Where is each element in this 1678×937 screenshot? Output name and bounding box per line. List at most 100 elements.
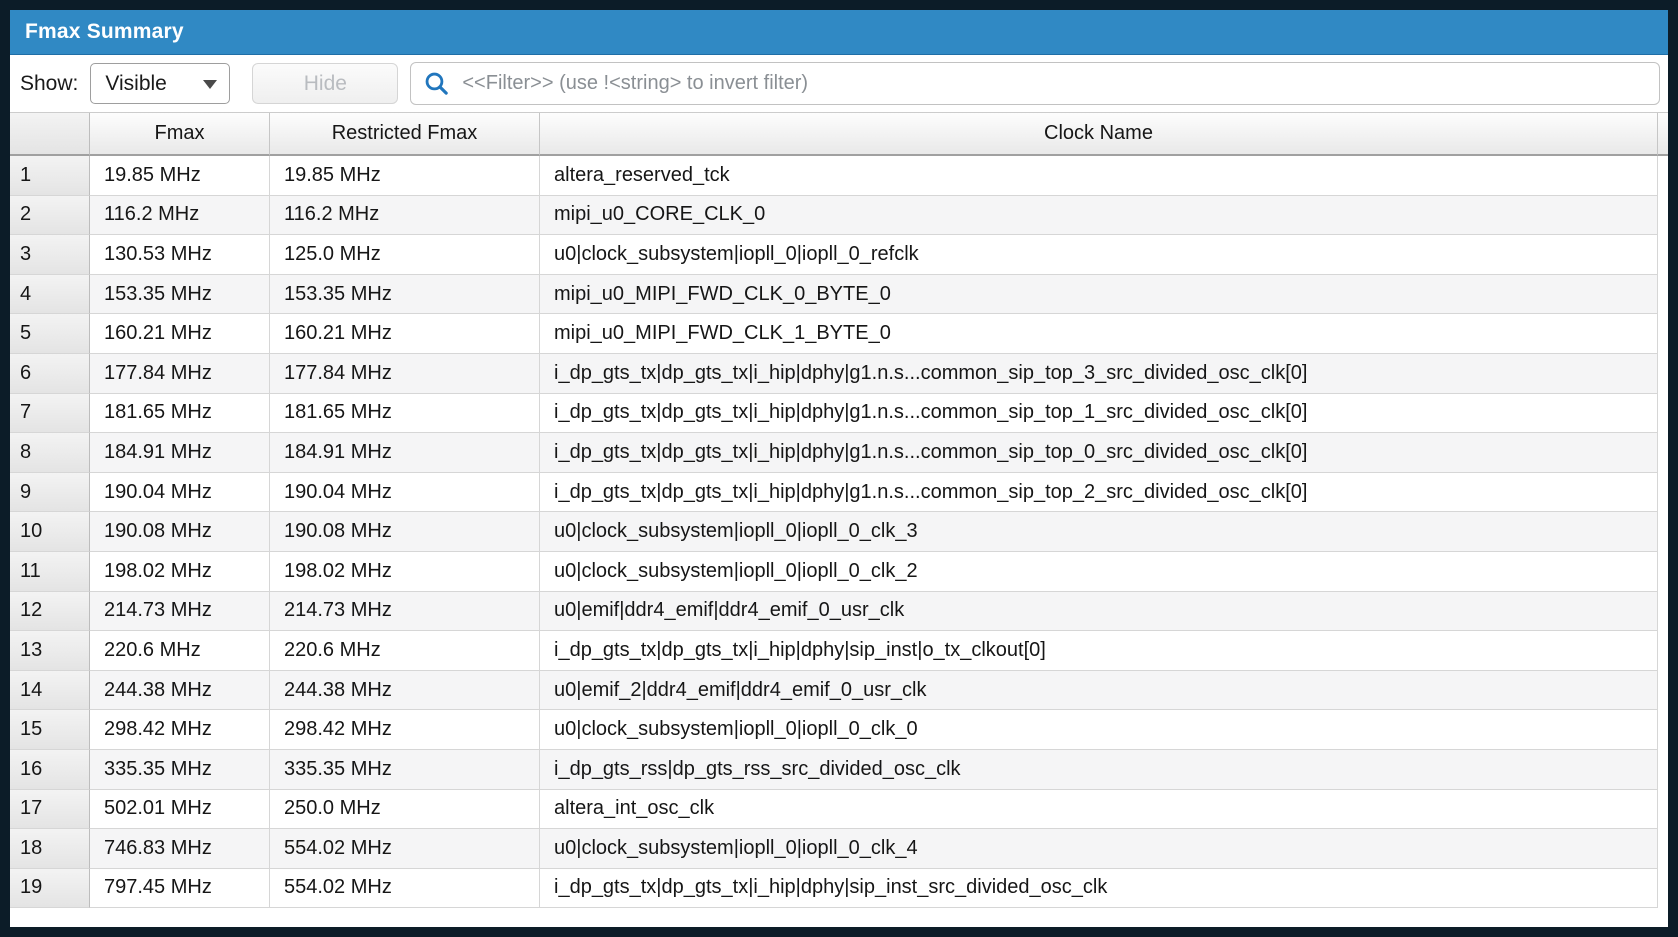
panel-title-bar: Fmax Summary [10, 10, 1668, 55]
row-number[interactable]: 17 [10, 790, 90, 830]
cell-fmax: 502.01 MHz [90, 790, 270, 830]
row-number[interactable]: 14 [10, 671, 90, 711]
cell-restricted-fmax: 554.02 MHz [270, 869, 540, 909]
column-header-restricted-fmax[interactable]: Restricted Fmax [270, 113, 540, 156]
table-row[interactable]: 2 116.2 MHz 116.2 MHz mipi_u0_CORE_CLK_0 [10, 196, 1668, 236]
row-number[interactable]: 19 [10, 869, 90, 909]
cell-clock-name: altera_reserved_tck [540, 156, 1658, 196]
show-dropdown[interactable]: Visible [90, 63, 230, 104]
table-row[interactable]: 13 220.6 MHz 220.6 MHz i_dp_gts_tx|dp_gt… [10, 631, 1668, 671]
window-frame: Fmax Summary Show: Visible Hide [0, 0, 1678, 937]
table-row[interactable]: 14 244.38 MHz 244.38 MHz u0|emif_2|ddr4_… [10, 671, 1668, 711]
toolbar: Show: Visible Hide [10, 55, 1668, 112]
filter-field[interactable] [410, 62, 1660, 105]
cell-clock-name: mipi_u0_MIPI_FWD_CLK_1_BYTE_0 [540, 314, 1658, 354]
row-number[interactable]: 8 [10, 433, 90, 473]
row-spacer [1658, 354, 1668, 394]
row-spacer [1658, 433, 1668, 473]
column-header-clock-name[interactable]: Clock Name [540, 113, 1658, 156]
row-spacer [1658, 710, 1668, 750]
search-icon [423, 70, 450, 97]
header-spacer [1658, 113, 1668, 156]
table-row[interactable]: 1 19.85 MHz 19.85 MHz altera_reserved_tc… [10, 156, 1668, 196]
table-row[interactable]: 11 198.02 MHz 198.02 MHz u0|clock_subsys… [10, 552, 1668, 592]
table-row[interactable]: 3 130.53 MHz 125.0 MHz u0|clock_subsyste… [10, 235, 1668, 275]
table-row[interactable]: 8 184.91 MHz 184.91 MHz i_dp_gts_tx|dp_g… [10, 433, 1668, 473]
table-row[interactable]: 15 298.42 MHz 298.42 MHz u0|clock_subsys… [10, 710, 1668, 750]
cell-fmax: 116.2 MHz [90, 196, 270, 236]
cell-fmax: 190.04 MHz [90, 473, 270, 513]
column-header-fmax[interactable]: Fmax [90, 113, 270, 156]
cell-clock-name: i_dp_gts_tx|dp_gts_tx|i_hip|dphy|g1.n.s.… [540, 394, 1658, 434]
cell-clock-name: i_dp_gts_tx|dp_gts_tx|i_hip|dphy|g1.n.s.… [540, 473, 1658, 513]
cell-clock-name: u0|clock_subsystem|iopll_0|iopll_0_clk_3 [540, 512, 1658, 552]
fmax-summary-panel: Fmax Summary Show: Visible Hide [10, 10, 1668, 927]
row-spacer [1658, 750, 1668, 790]
row-number[interactable]: 2 [10, 196, 90, 236]
table-header-row: Fmax Restricted Fmax Clock Name [10, 112, 1668, 156]
cell-restricted-fmax: 554.02 MHz [270, 829, 540, 869]
cell-fmax: 130.53 MHz [90, 235, 270, 275]
table-body: 1 19.85 MHz 19.85 MHz altera_reserved_tc… [10, 156, 1668, 908]
row-number[interactable]: 7 [10, 394, 90, 434]
cell-clock-name: i_dp_gts_tx|dp_gts_tx|i_hip|dphy|g1.n.s.… [540, 433, 1658, 473]
row-spacer [1658, 671, 1668, 711]
cell-fmax: 177.84 MHz [90, 354, 270, 394]
row-spacer [1658, 314, 1668, 354]
bottom-filler [10, 908, 1668, 927]
hide-button[interactable]: Hide [252, 63, 398, 104]
table-row[interactable]: 16 335.35 MHz 335.35 MHz i_dp_gts_rss|dp… [10, 750, 1668, 790]
cell-restricted-fmax: 198.02 MHz [270, 552, 540, 592]
cell-restricted-fmax: 116.2 MHz [270, 196, 540, 236]
table-row[interactable]: 17 502.01 MHz 250.0 MHz altera_int_osc_c… [10, 790, 1668, 830]
fmax-table: Fmax Restricted Fmax Clock Name 1 19.85 … [10, 112, 1668, 927]
row-number[interactable]: 10 [10, 512, 90, 552]
cell-restricted-fmax: 153.35 MHz [270, 275, 540, 315]
row-number[interactable]: 1 [10, 156, 90, 196]
row-spacer [1658, 631, 1668, 671]
table-row[interactable]: 9 190.04 MHz 190.04 MHz i_dp_gts_tx|dp_g… [10, 473, 1668, 513]
chevron-down-icon [203, 80, 217, 89]
row-number[interactable]: 4 [10, 275, 90, 315]
table-row[interactable]: 7 181.65 MHz 181.65 MHz i_dp_gts_tx|dp_g… [10, 394, 1668, 434]
cell-restricted-fmax: 220.6 MHz [270, 631, 540, 671]
cell-restricted-fmax: 250.0 MHz [270, 790, 540, 830]
row-number[interactable]: 3 [10, 235, 90, 275]
cell-clock-name: i_dp_gts_tx|dp_gts_tx|i_hip|dphy|g1.n.s.… [540, 354, 1658, 394]
row-spacer [1658, 512, 1668, 552]
row-spacer [1658, 790, 1668, 830]
corner-cell [10, 113, 90, 156]
row-number[interactable]: 6 [10, 354, 90, 394]
row-number[interactable]: 18 [10, 829, 90, 869]
cell-restricted-fmax: 335.35 MHz [270, 750, 540, 790]
cell-clock-name: mipi_u0_CORE_CLK_0 [540, 196, 1658, 236]
row-number[interactable]: 11 [10, 552, 90, 592]
row-spacer [1658, 394, 1668, 434]
table-row[interactable]: 18 746.83 MHz 554.02 MHz u0|clock_subsys… [10, 829, 1668, 869]
row-spacer [1658, 473, 1668, 513]
cell-fmax: 797.45 MHz [90, 869, 270, 909]
cell-fmax: 746.83 MHz [90, 829, 270, 869]
row-number[interactable]: 16 [10, 750, 90, 790]
cell-clock-name: i_dp_gts_tx|dp_gts_tx|i_hip|dphy|sip_ins… [540, 869, 1658, 909]
table-row[interactable]: 10 190.08 MHz 190.08 MHz u0|clock_subsys… [10, 512, 1668, 552]
table-row[interactable]: 12 214.73 MHz 214.73 MHz u0|emif|ddr4_em… [10, 592, 1668, 632]
cell-clock-name: u0|clock_subsystem|iopll_0|iopll_0_clk_2 [540, 552, 1658, 592]
row-number[interactable]: 13 [10, 631, 90, 671]
cell-clock-name: i_dp_gts_rss|dp_gts_rss_src_divided_osc_… [540, 750, 1658, 790]
row-number[interactable]: 15 [10, 710, 90, 750]
row-number[interactable]: 5 [10, 314, 90, 354]
table-row[interactable]: 19 797.45 MHz 554.02 MHz i_dp_gts_tx|dp_… [10, 869, 1668, 909]
table-row[interactable]: 4 153.35 MHz 153.35 MHz mipi_u0_MIPI_FWD… [10, 275, 1668, 315]
row-spacer [1658, 829, 1668, 869]
cell-clock-name: u0|emif_2|ddr4_emif|ddr4_emif_0_usr_clk [540, 671, 1658, 711]
cell-fmax: 153.35 MHz [90, 275, 270, 315]
cell-restricted-fmax: 190.08 MHz [270, 512, 540, 552]
cell-fmax: 244.38 MHz [90, 671, 270, 711]
table-row[interactable]: 6 177.84 MHz 177.84 MHz i_dp_gts_tx|dp_g… [10, 354, 1668, 394]
table-row[interactable]: 5 160.21 MHz 160.21 MHz mipi_u0_MIPI_FWD… [10, 314, 1668, 354]
filter-input[interactable] [460, 71, 1649, 96]
row-number[interactable]: 9 [10, 473, 90, 513]
cell-clock-name: altera_int_osc_clk [540, 790, 1658, 830]
row-number[interactable]: 12 [10, 592, 90, 632]
